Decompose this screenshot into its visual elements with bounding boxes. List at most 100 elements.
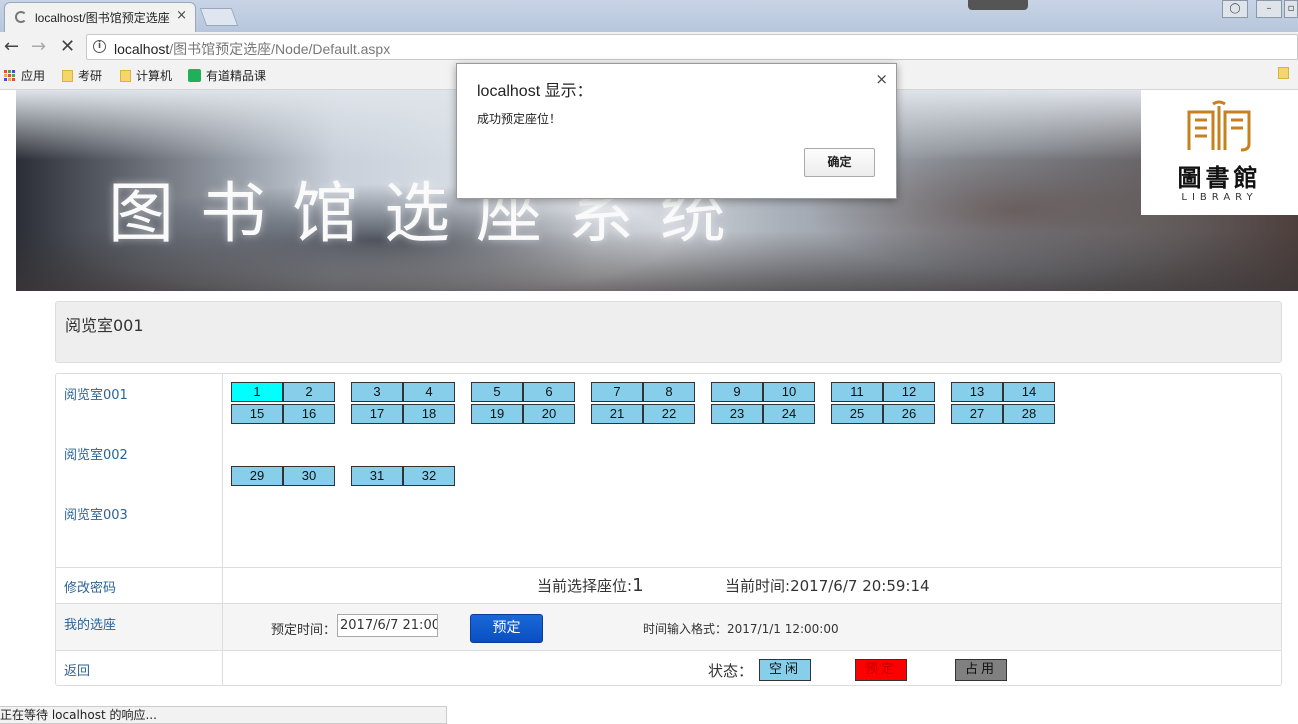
bookmark-label: 有道精品课 [206,69,267,83]
room-list: 阅览室001 阅览室002 阅览室003 [56,374,223,567]
seat-29[interactable]: 29 [231,466,283,486]
status-occupied-badge: 占用 [955,659,1007,681]
status-label: 状态： [708,662,754,680]
browser-tab-bar: localhost/图书馆预定选座 × ◯ – ▫ [0,0,1298,32]
bookmark-apps[interactable]: 应用 [4,67,45,84]
bookmark-label: 考研 [78,69,103,83]
status-free-badge: 空闲 [759,659,811,681]
youdao-icon [188,69,201,82]
booking-time-label: 预定时间： [271,623,337,638]
seat-23[interactable]: 23 [711,404,763,424]
booking-time-input[interactable]: 2017/6/7 21:00: [337,614,438,637]
bookmark-jisuanji[interactable]: 计算机 [120,67,172,84]
loading-spinner-icon [15,11,27,23]
seat-7[interactable]: 7 [591,382,643,402]
seat-3[interactable]: 3 [351,382,403,402]
seat-20[interactable]: 20 [523,404,575,424]
seat-26[interactable]: 26 [883,404,935,424]
info-icon[interactable]: i [93,40,106,53]
seat-5[interactable]: 5 [471,382,523,402]
url-path: /图书馆预定选座/Node/Default.aspx [169,41,391,57]
bookmark-kaoyan[interactable]: 考研 [62,67,102,84]
book-button[interactable]: 预定 [470,614,543,643]
dialog-message: 成功预定座位！ [477,112,562,126]
seat-1[interactable]: 1 [231,382,283,402]
seat-14[interactable]: 14 [1003,382,1055,402]
status-row-label-cell: 返回 [56,651,223,685]
room-link-003[interactable]: 阅览室003 [64,504,128,523]
seat-11[interactable]: 11 [831,382,883,402]
dialog-close-icon[interactable]: × [875,70,888,88]
room-link-001[interactable]: 阅览室001 [64,384,128,403]
seat-30[interactable]: 30 [283,466,335,486]
tab-title: localhost/图书馆预定选座 [35,11,170,25]
forward-icon[interactable]: → [31,36,46,58]
current-time: 当前时间:2017/6/7 20:59:14 [725,575,930,596]
seat-27[interactable]: 27 [951,404,1003,424]
folder-icon [120,69,131,82]
browser-status-bar: 正在等待 localhost 的响应... [0,706,447,724]
back-icon[interactable]: ← [4,36,19,58]
seat-19[interactable]: 19 [471,404,523,424]
minimize-icon[interactable]: – [1256,0,1282,18]
logo-chinese-text: 圖書館 [1177,163,1262,192]
seat-24[interactable]: 24 [763,404,815,424]
window-indicator [968,0,1028,10]
bookmark-youdao[interactable]: 有道精品课 [188,67,266,84]
seat-15[interactable]: 15 [231,404,283,424]
seat-12[interactable]: 12 [883,382,935,402]
seat-28[interactable]: 28 [1003,404,1055,424]
room-link-002[interactable]: 阅览室002 [64,444,128,463]
url-host: localhost [114,41,170,57]
bookmark-label: 应用 [21,69,46,83]
seat-16[interactable]: 16 [283,404,335,424]
seat-22[interactable]: 22 [643,404,695,424]
my-booking-link[interactable]: 我的选座 [64,614,116,633]
url-text: localhost/图书馆预定选座/Node/Default.aspx [114,39,390,59]
tab-close-icon[interactable]: × [176,8,187,23]
change-password-link[interactable]: 修改密码 [64,577,116,596]
address-bar[interactable]: i localhost/图书馆预定选座/Node/Default.aspx [86,34,1298,60]
seat-10[interactable]: 10 [763,382,815,402]
seat-4[interactable]: 4 [403,382,455,402]
info-row-label-cell: 修改密码 [56,568,223,603]
current-time-value: 2017/6/7 20:59:14 [790,577,930,595]
alert-dialog: localhost 显示： × 成功预定座位！ 确定 [456,63,897,199]
status-row: 返回 状态： 空闲 预定 占用 [56,651,1281,685]
seat-32[interactable]: 32 [403,466,455,486]
back-link[interactable]: 返回 [64,660,90,679]
seat-6[interactable]: 6 [523,382,575,402]
seat-2[interactable]: 2 [283,382,335,402]
time-format-hint: 时间输入格式：2017/1/1 12:00:00 [643,622,839,636]
other-bookmarks[interactable] [1278,67,1289,79]
current-seat: 当前选择座位:1 [537,575,644,596]
stop-icon[interactable]: ✕ [60,36,75,58]
room-header: 阅览室001 [55,301,1282,363]
folder-icon [1278,67,1289,79]
seat-18[interactable]: 18 [403,404,455,424]
new-tab-button[interactable] [199,8,239,26]
apps-grid-icon [4,69,16,82]
seat-21[interactable]: 21 [591,404,643,424]
seat-row: 阅览室001 阅览室002 阅览室003 1 2 3 4 5 6 7 8 9 10 11 12 13 14… [56,374,1281,568]
browser-toolbar: ← → ✕ i localhost/图书馆预定选座/Node/Default.a… [0,32,1298,62]
dialog-title: localhost 显示： [477,83,593,100]
seat-8[interactable]: 8 [643,382,695,402]
seat-panel: 阅览室001 阅览室002 阅览室003 1 2 3 4 5 6 7 8 9 10 11 12 13 14… [55,373,1282,686]
bookmark-label: 计算机 [136,69,173,83]
folder-icon [62,69,73,82]
info-row: 修改密码 当前选择座位:1 当前时间:2017/6/7 20:59:14 [56,568,1281,604]
maximize-icon[interactable]: ▫ [1284,0,1298,18]
seat-31[interactable]: 31 [351,466,403,486]
profile-icon[interactable]: ◯ [1222,0,1248,18]
browser-tab[interactable]: localhost/图书馆预定选座 × [4,2,196,32]
seat-13[interactable]: 13 [951,382,1003,402]
room-header-title: 阅览室001 [65,316,144,335]
current-seat-value: 1 [632,575,644,596]
current-seat-label: 当前选择座位: [537,577,633,595]
dialog-ok-button[interactable]: 确定 [804,148,875,177]
seat-17[interactable]: 17 [351,404,403,424]
seat-9[interactable]: 9 [711,382,763,402]
seat-25[interactable]: 25 [831,404,883,424]
library-logo: 圖書館 LIBRARY [1141,90,1298,215]
